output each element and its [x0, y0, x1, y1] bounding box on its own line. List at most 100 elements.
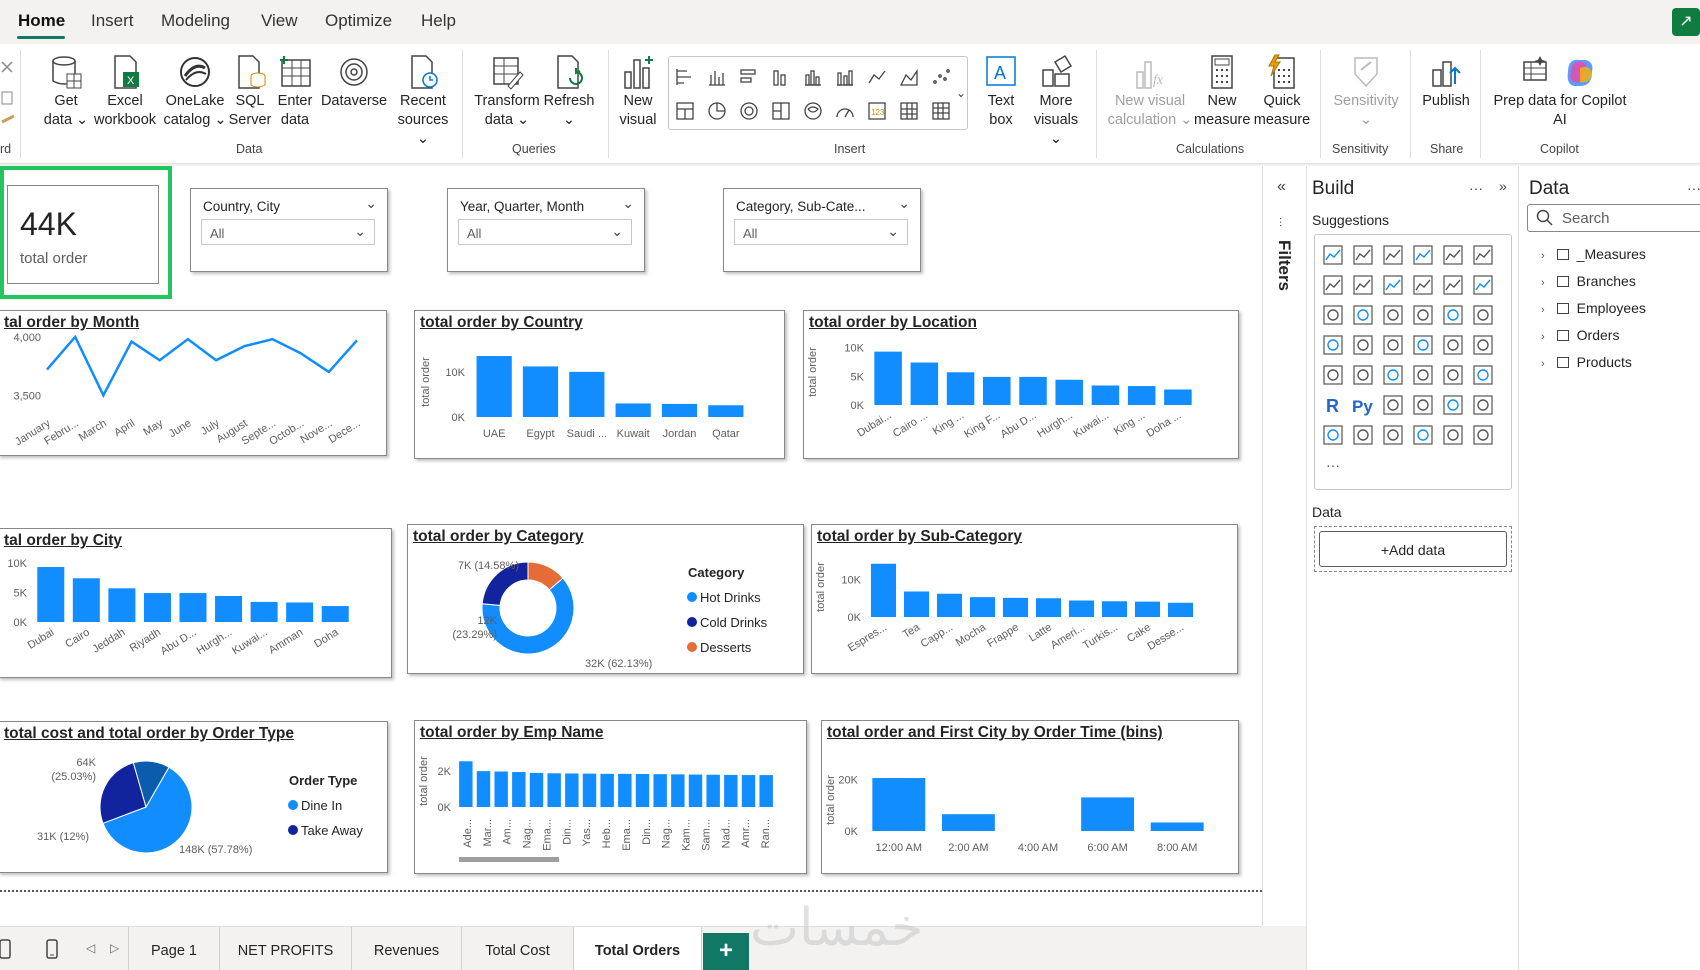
- new-visual-button[interactable]: New visual: [618, 54, 658, 130]
- add-data-dropzone[interactable]: +Add data: [1314, 526, 1512, 572]
- scroll-left-icon[interactable]: ◁: [86, 941, 95, 955]
- chevron-down-icon[interactable]: ⌄: [365, 195, 377, 212]
- bar: [72, 578, 100, 622]
- visual-gallery[interactable]: 123: [668, 56, 968, 130]
- gallery-expand-chevron-icon[interactable]: ⌄: [956, 86, 966, 100]
- y-tick-label: 0K: [438, 802, 452, 814]
- get-data-button[interactable]: Get data ⌄: [40, 54, 92, 130]
- more-visuals-button[interactable]: More visuals ⌄: [1026, 54, 1086, 149]
- visual-total-order-by-category[interactable]: total order by Category 32K (62.13%) 12K(…: [407, 524, 804, 674]
- more-options-icon[interactable]: ···: [1469, 180, 1483, 196]
- kpi-label: total order: [20, 250, 88, 267]
- refresh-button[interactable]: Refresh ⌄: [542, 54, 596, 130]
- visual-total-order-by-country[interactable]: total order by Country total order 10K 0K U…: [414, 310, 785, 459]
- slicer-dropdown[interactable]: All ⌄: [734, 219, 908, 245]
- table-employees[interactable]: › Employees: [1541, 300, 1646, 316]
- visual-suggestions-grid[interactable]: R Py ···: [1314, 234, 1512, 490]
- menu-view[interactable]: View: [261, 11, 298, 31]
- transform-data-button[interactable]: Transform data ⌄: [474, 54, 540, 130]
- kpi-card[interactable]: 44K total order: [7, 185, 159, 284]
- x-tick-label: Nag...: [522, 819, 534, 848]
- text-box-button[interactable]: A Text box: [976, 54, 1026, 130]
- quick-measure-button[interactable]: Quick measure: [1252, 54, 1312, 130]
- x-tick-label: Ema...: [541, 819, 553, 851]
- key-influencers-icon: [1383, 395, 1403, 415]
- scroll-right-icon[interactable]: ▷: [110, 941, 119, 955]
- page-tab-net-profits[interactable]: NET PROFITS: [220, 927, 352, 970]
- menu-home[interactable]: Home: [18, 11, 65, 31]
- publish-button[interactable]: Publish: [1418, 54, 1474, 111]
- y-tick-label: 10K: [7, 558, 27, 570]
- sensitivity-button[interactable]: Sensitivity ⌄: [1328, 54, 1404, 130]
- new-measure-button[interactable]: New measure: [1194, 54, 1250, 130]
- chevron-right-icon[interactable]: ›: [1541, 304, 1545, 316]
- table-orders[interactable]: › Orders: [1541, 327, 1619, 343]
- page-tab-revenues[interactable]: Revenues: [352, 927, 462, 970]
- table-branches[interactable]: › Branches: [1541, 273, 1636, 289]
- data-search-input[interactable]: Search: [1527, 204, 1700, 232]
- excel-workbook-button[interactable]: X Excel workbook: [92, 54, 158, 130]
- add-data-button[interactable]: +Add data: [1319, 531, 1507, 567]
- watermark-logo: خمسات: [750, 898, 924, 958]
- copilot-icons: [1523, 56, 1593, 86]
- visual-cost-and-order-by-order-type[interactable]: total cost and total order by Order Type…: [0, 721, 388, 873]
- ribbon-separator: [20, 50, 21, 158]
- visual-total-order-by-month[interactable]: tal order by Month 4,000 3,500 January Febr…: [0, 310, 387, 456]
- recent-sources-button[interactable]: Recent sources ⌄: [392, 54, 454, 149]
- recent-label-2: sources ⌄: [397, 112, 449, 147]
- slicer-category-subcategory[interactable]: Category, Sub-Cate... ⌄ All ⌄: [723, 188, 921, 272]
- page-tab-total-cost[interactable]: Total Cost: [462, 927, 574, 970]
- visual-total-order-by-city[interactable]: tal order by City 10K 5K 0K Dubai Cairo Jedda…: [0, 528, 392, 678]
- table-measures[interactable]: › _Measures: [1541, 246, 1646, 262]
- expand-chevron-icon[interactable]: »: [1499, 178, 1507, 194]
- device-icon[interactable]: [0, 939, 16, 961]
- visual-total-order-by-location[interactable]: total order by Location total order 10K 5K…: [803, 310, 1239, 459]
- chevron-down-icon[interactable]: ⌄: [354, 223, 366, 240]
- bar: [1019, 376, 1047, 405]
- dataverse-button[interactable]: Dataverse: [318, 54, 390, 111]
- chevron-down-icon[interactable]: ⌄: [887, 223, 899, 240]
- visual-type-icons[interactable]: R Py ···: [1315, 235, 1511, 489]
- chevron-down-icon[interactable]: ⌄: [622, 195, 634, 212]
- menu-optimize[interactable]: Optimize: [325, 11, 392, 31]
- page-tab-total-orders[interactable]: Total Orders: [574, 927, 702, 970]
- filters-label[interactable]: Filters: [1274, 240, 1294, 291]
- report-canvas[interactable]: 44K total order Country, City ⌄ All ⌄ Ye…: [0, 166, 1262, 926]
- slicer-year-quarter-month[interactable]: Year, Quarter, Month ⌄ All ⌄: [447, 188, 645, 272]
- collapse-chevrons-icon[interactable]: «: [1277, 178, 1286, 196]
- sql-server-button[interactable]: SQL Server: [228, 54, 272, 130]
- menu-insert[interactable]: Insert: [91, 11, 134, 31]
- new-visual-calculation-button[interactable]: fx New visual calculation ⌄: [1106, 54, 1194, 130]
- x-tick-label: Nad...: [720, 819, 732, 848]
- table-products[interactable]: › Products: [1541, 354, 1632, 370]
- more-visuals-label-2: visuals ⌄: [1033, 112, 1079, 147]
- kpi-icon: [1383, 365, 1403, 385]
- chevron-right-icon[interactable]: ›: [1541, 250, 1545, 262]
- onelake-catalog-button[interactable]: OneLake catalog ⌄: [160, 54, 230, 130]
- slicer-dropdown[interactable]: All ⌄: [201, 219, 375, 245]
- share-icon[interactable]: ↗: [1672, 8, 1700, 36]
- chevron-right-icon[interactable]: ›: [1541, 331, 1545, 343]
- chevron-down-icon[interactable]: ⌄: [898, 195, 910, 212]
- visual-total-order-by-emp-name[interactable]: total order by Emp Name total order 2K 0K A…: [414, 720, 807, 874]
- enter-data-button[interactable]: Enter data: [274, 54, 316, 130]
- waterfall-icon: [1353, 305, 1373, 325]
- chevron-down-icon[interactable]: ⌄: [611, 223, 623, 240]
- menu-help[interactable]: Help: [421, 11, 456, 31]
- onelake-label: OneLake: [165, 93, 225, 109]
- slicer-country-city[interactable]: Country, City ⌄ All ⌄: [190, 188, 388, 272]
- kpi-card-selection[interactable]: 44K total order: [0, 166, 172, 299]
- page-tab-page-1[interactable]: Page 1: [128, 927, 220, 970]
- chevron-right-icon[interactable]: ›: [1541, 358, 1545, 370]
- prep-data-copilot-button[interactable]: Prep data for Copilot AI: [1490, 54, 1630, 130]
- add-page-button[interactable]: +: [703, 933, 749, 970]
- menu-modeling[interactable]: Modeling: [161, 11, 230, 31]
- mobile-layout-icon[interactable]: [46, 939, 60, 961]
- visual-order-and-city-by-order-time[interactable]: total order and First City by Order Time…: [821, 720, 1239, 874]
- more-options-icon[interactable]: ···: [1687, 180, 1700, 196]
- chevron-right-icon[interactable]: ›: [1541, 277, 1545, 289]
- slicer-dropdown[interactable]: All ⌄: [458, 219, 632, 245]
- more-visuals-icon: [1042, 54, 1073, 87]
- narrative-icon: [1473, 395, 1493, 415]
- visual-total-order-by-subcategory[interactable]: total order by Sub-Category total order 1…: [811, 524, 1238, 674]
